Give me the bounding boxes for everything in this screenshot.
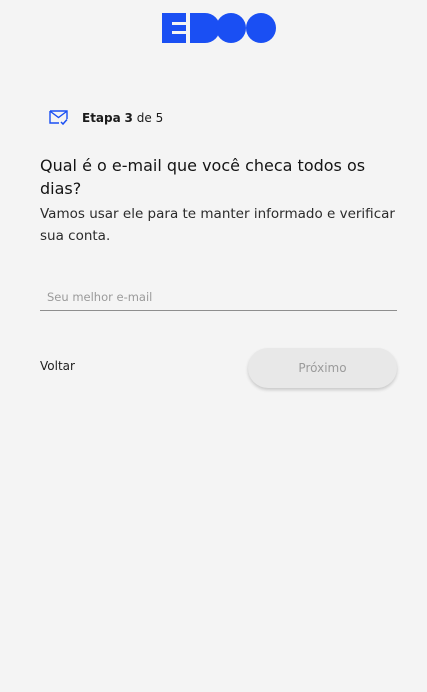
step-total: 5 — [155, 110, 164, 125]
mail-check-icon — [49, 110, 68, 126]
email-field[interactable] — [40, 287, 397, 311]
step-separator: de — [136, 110, 152, 125]
step-indicator: Etapa 3 de 5 — [49, 109, 163, 126]
back-button[interactable]: Voltar — [40, 359, 75, 373]
step-text: Etapa 3 de 5 — [82, 111, 163, 125]
step-prefix: Etapa — [82, 110, 121, 125]
edoo-logo — [162, 13, 276, 43]
signup-step-page: Etapa 3 de 5 Qual é o e-mail que você ch… — [0, 0, 427, 692]
next-button[interactable]: Próximo — [248, 348, 397, 388]
step-current: 3 — [124, 110, 133, 125]
question-title: Qual é o e-mail que você checa todos os … — [40, 156, 366, 198]
question-subtitle: Vamos usar ele para te manter informado … — [40, 206, 395, 244]
